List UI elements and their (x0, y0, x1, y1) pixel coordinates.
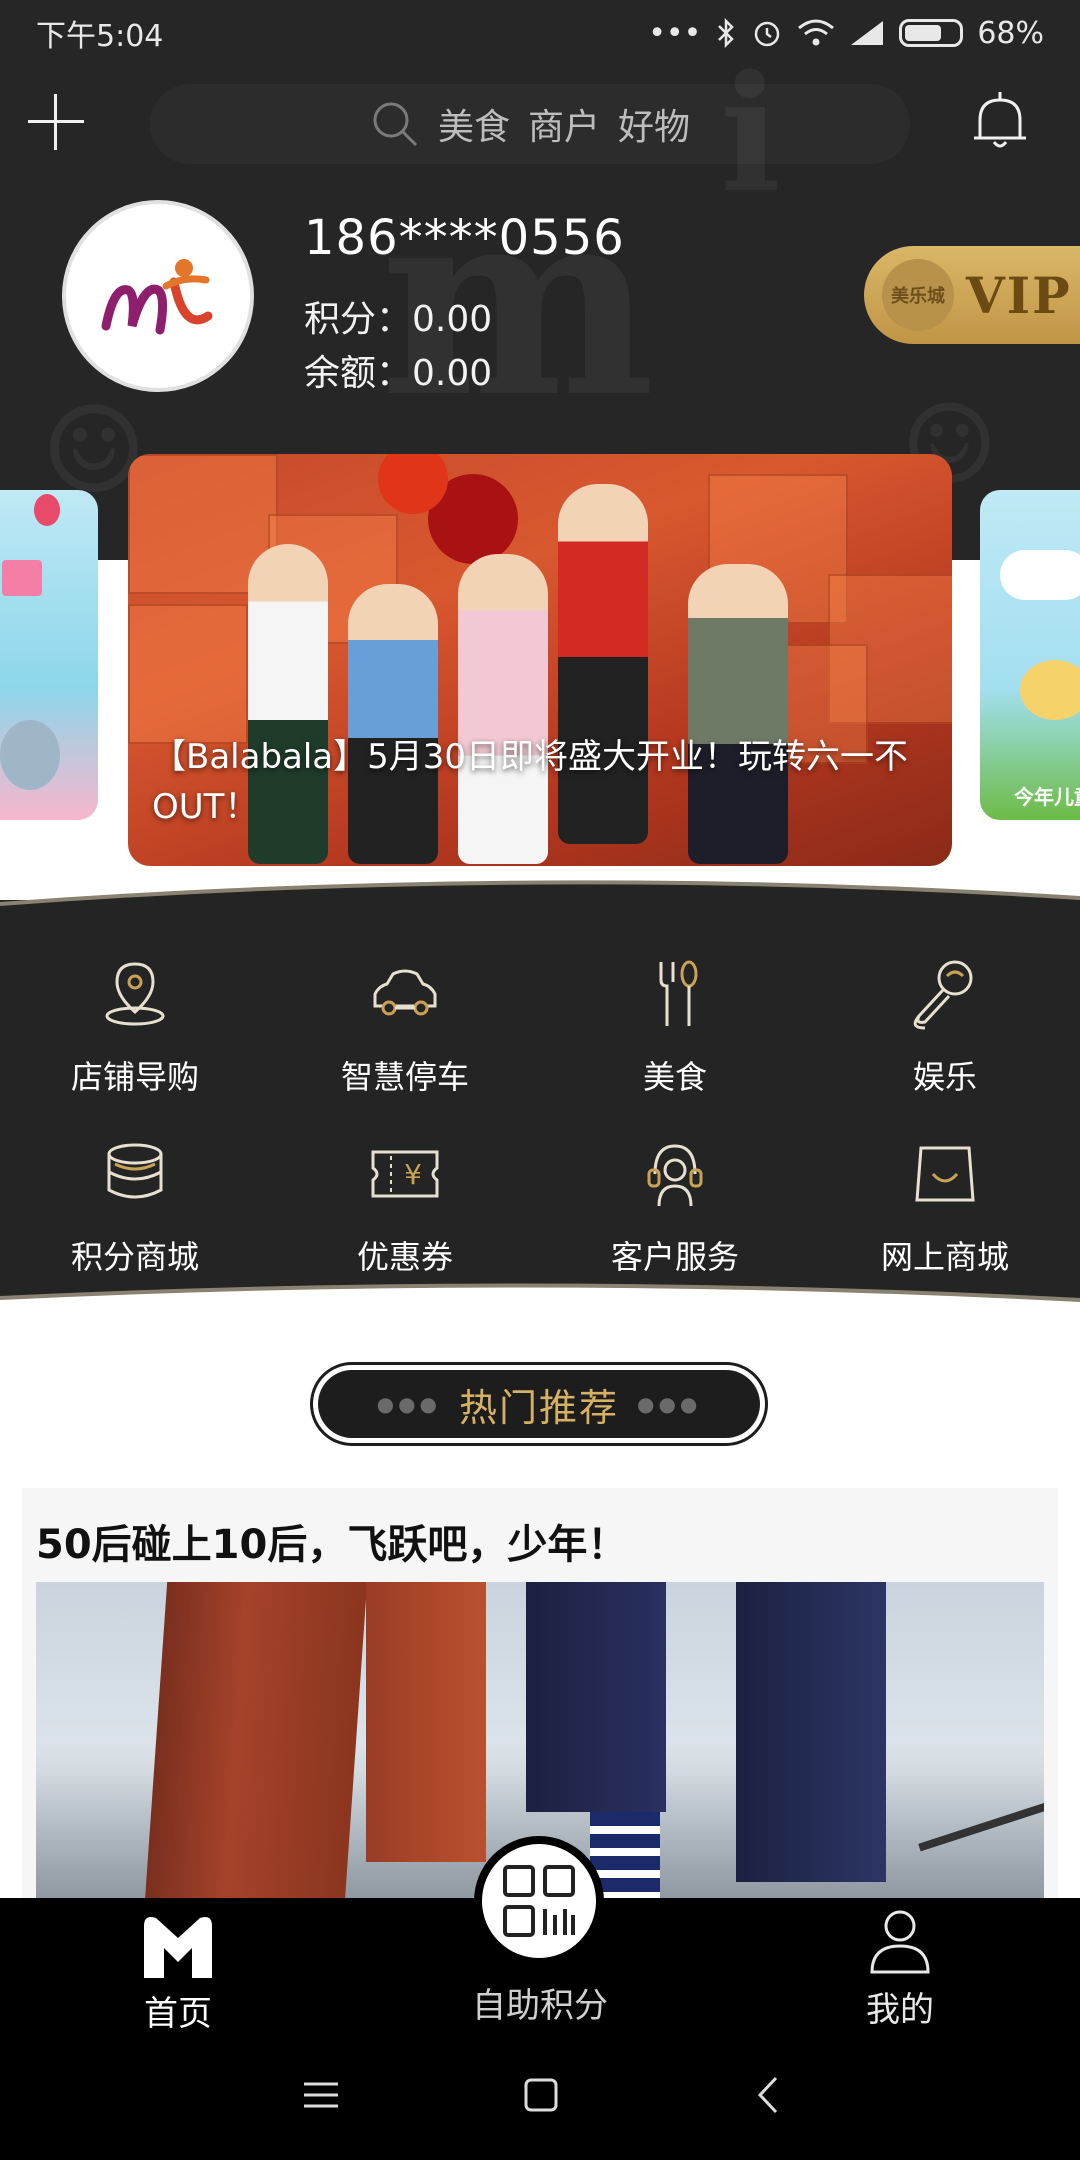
user-icon (870, 1910, 930, 1974)
points-label: 积分： (304, 299, 413, 340)
scan-points-button[interactable] (474, 1836, 604, 1966)
decor-dots: ●●● (376, 1392, 441, 1416)
menu-item-entertainment[interactable]: 娱乐 (810, 940, 1080, 1120)
next-slide-label: 今年儿童 (1014, 785, 1080, 809)
search-keyword[interactable]: 商户 (528, 98, 600, 150)
balance-label: 余额： (304, 353, 413, 394)
cartoon-bird (0, 720, 60, 790)
menu-label: 积分商城 (70, 1238, 199, 1276)
menu-label: 店铺导购 (70, 1058, 199, 1096)
menu-label: 娱乐 (912, 1058, 977, 1096)
search-keyword[interactable]: 好物 (618, 98, 690, 150)
hot-recommend-header: ●●● 热门推荐 ●●● (310, 1362, 768, 1446)
bluetooth-icon (718, 18, 735, 48)
user-phone: 186****0556 (304, 210, 625, 266)
hot-recommend-title: 热门推荐 (458, 1385, 619, 1430)
menu-item-parking[interactable]: 智慧停车 (270, 940, 540, 1120)
menu-label: 美食 (642, 1058, 707, 1096)
scan-points-label: 自助积分 (472, 1986, 608, 2026)
status-time: 下午5:04 (36, 19, 164, 54)
menu-label: 优惠券 (356, 1238, 453, 1276)
location-pin-icon (105, 962, 165, 1026)
carousel-next-slide[interactable]: 今年儿童 (980, 490, 1080, 820)
wifi-icon (798, 19, 835, 46)
signal-icon (851, 21, 884, 45)
carousel-prev-slide[interactable] (0, 490, 98, 820)
vip-label: VIP (966, 265, 1072, 325)
home-square-icon[interactable] (516, 2070, 566, 2120)
tab-me[interactable]: 我的 (840, 1908, 960, 2031)
red-pants-leg (366, 1582, 486, 1862)
menu-label: 客户服务 (610, 1238, 739, 1276)
coupon-icon: ¥ (371, 1150, 439, 1198)
top-bar: 美食 商户 好物 (0, 80, 1080, 170)
back-icon[interactable] (744, 2070, 794, 2120)
fork-spoon-icon (659, 960, 698, 1026)
avatar[interactable] (62, 200, 254, 392)
carousel-current-slide[interactable]: 【Balabala】5月30日即将盛大开业！玩转六一不OUT！ (128, 454, 952, 866)
points-row[interactable]: 积分：0.00 (304, 290, 492, 342)
feature-grid: 店铺导购 智慧停车 美食 娱乐 积分商城 ¥ 优惠券 客户服务 网上商城 (0, 940, 1080, 1280)
menu-item-store-guide[interactable]: 店铺导购 (0, 940, 270, 1120)
add-button[interactable] (28, 94, 84, 150)
tab-label: 我的 (866, 1990, 934, 2030)
decor-dots: ●●● (637, 1392, 702, 1416)
balloon (34, 494, 60, 526)
vip-badge[interactable]: 美乐城 VIP (864, 246, 1080, 344)
gold-wave-top (0, 880, 1080, 920)
qr-code-icon (503, 1865, 575, 1937)
coin-stack-icon (107, 1143, 163, 1199)
menu-item-points-mall[interactable]: 积分商城 (0, 1120, 270, 1300)
battery-percent: 68% (977, 15, 1044, 51)
banner-carousel[interactable]: 【Balabala】5月30日即将盛大开业！玩转六一不OUT！ 今年儿童 (0, 440, 1080, 880)
more-dots-icon: ••• (648, 15, 702, 51)
balance-value: 0.00 (412, 353, 493, 394)
svg-text:¥: ¥ (404, 1158, 422, 1191)
menu-label: 智慧停车 (340, 1058, 469, 1096)
alarm-icon (755, 21, 780, 47)
navy-pants-leg (526, 1582, 666, 1812)
system-nav-bar (0, 2030, 1080, 2160)
article-title[interactable]: 50后碰上10后，飞跃吧，少年！ (36, 1512, 627, 1570)
menu-label: 网上商城 (880, 1238, 1009, 1276)
navy-pants-leg (736, 1582, 886, 1882)
banner-caption: 【Balabala】5月30日即将盛大开业！玩转六一不OUT！ (152, 737, 909, 827)
vip-brand: 美乐城 (891, 286, 945, 307)
gift-box (2, 560, 42, 596)
cloud (1000, 550, 1080, 600)
shopping-bag-icon (915, 1146, 975, 1202)
points-value: 0.00 (412, 299, 493, 340)
tab-home[interactable]: 首页 (118, 1912, 238, 2035)
tab-label: 首页 (144, 1994, 212, 2034)
menu-icon[interactable] (296, 2070, 346, 2120)
status-bar: 下午5:04 ••• 68% (0, 0, 1080, 66)
menu-item-food[interactable]: 美食 (540, 940, 810, 1120)
search-keyword[interactable]: 美食 (438, 98, 510, 150)
search-bar[interactable]: 美食 商户 好物 (150, 84, 910, 164)
bell-icon[interactable] (970, 90, 1030, 154)
balance-row[interactable]: 余额：0.00 (304, 344, 492, 396)
microphone-icon (913, 960, 973, 1030)
home-m-icon (144, 1917, 212, 1978)
cartoon-animal (1020, 660, 1080, 720)
battery-icon (899, 19, 964, 47)
car-icon (373, 969, 437, 1016)
headset-icon (647, 1144, 703, 1207)
vip-brand-logo: 美乐城 (882, 259, 954, 331)
menu-item-online-mall[interactable]: 网上商城 (810, 1120, 1080, 1300)
menu-item-coupon[interactable]: ¥ 优惠券 (270, 1120, 540, 1300)
mall-logo (101, 259, 213, 335)
status-icons: ••• 68% (648, 16, 1044, 51)
search-icon (373, 102, 418, 147)
red-pants-leg (144, 1582, 368, 1902)
menu-item-customer-service[interactable]: 客户服务 (540, 1120, 810, 1300)
